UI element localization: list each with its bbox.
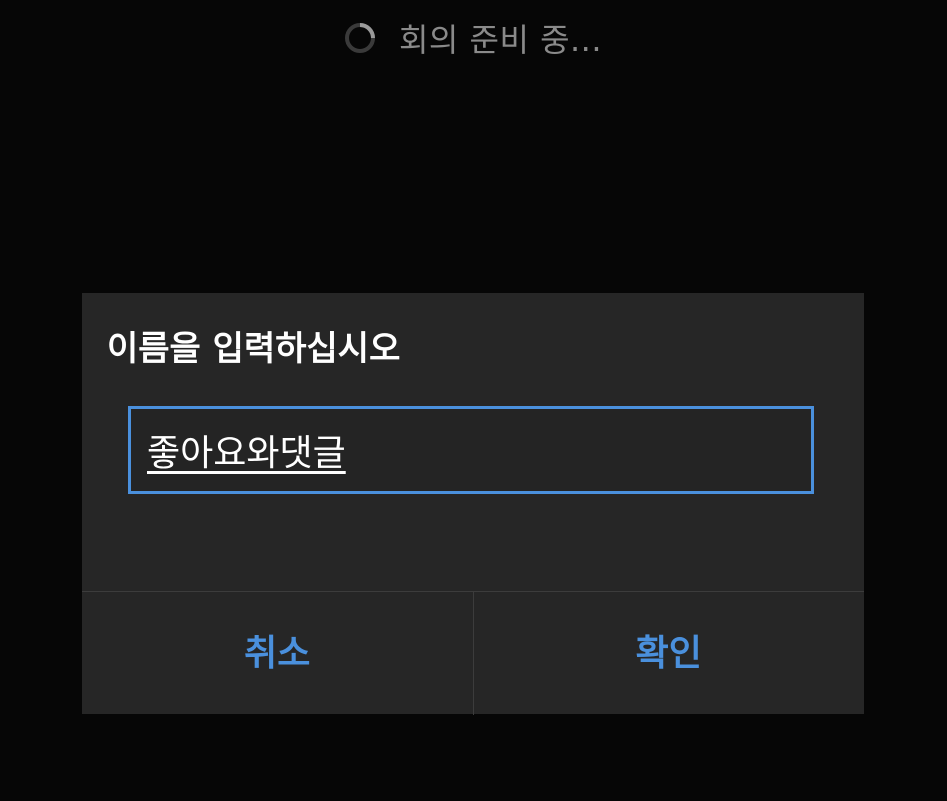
dialog-button-row: 취소 확인 <box>82 591 864 715</box>
meeting-status: 회의 준비 중... <box>0 14 947 62</box>
name-input[interactable] <box>128 406 814 494</box>
dialog-title: 이름을 입력하십시오 <box>107 329 401 369</box>
name-entry-dialog: 이름을 입력하십시오 취소 확인 <box>82 293 864 715</box>
confirm-button[interactable]: 확인 <box>474 592 865 715</box>
meeting-screen: 회의 준비 중... 이름을 입력하십시오 취소 확인 <box>0 0 947 801</box>
cancel-button[interactable]: 취소 <box>82 592 473 715</box>
loading-spinner-icon <box>344 23 375 53</box>
status-text: 회의 준비 중... <box>398 21 603 59</box>
